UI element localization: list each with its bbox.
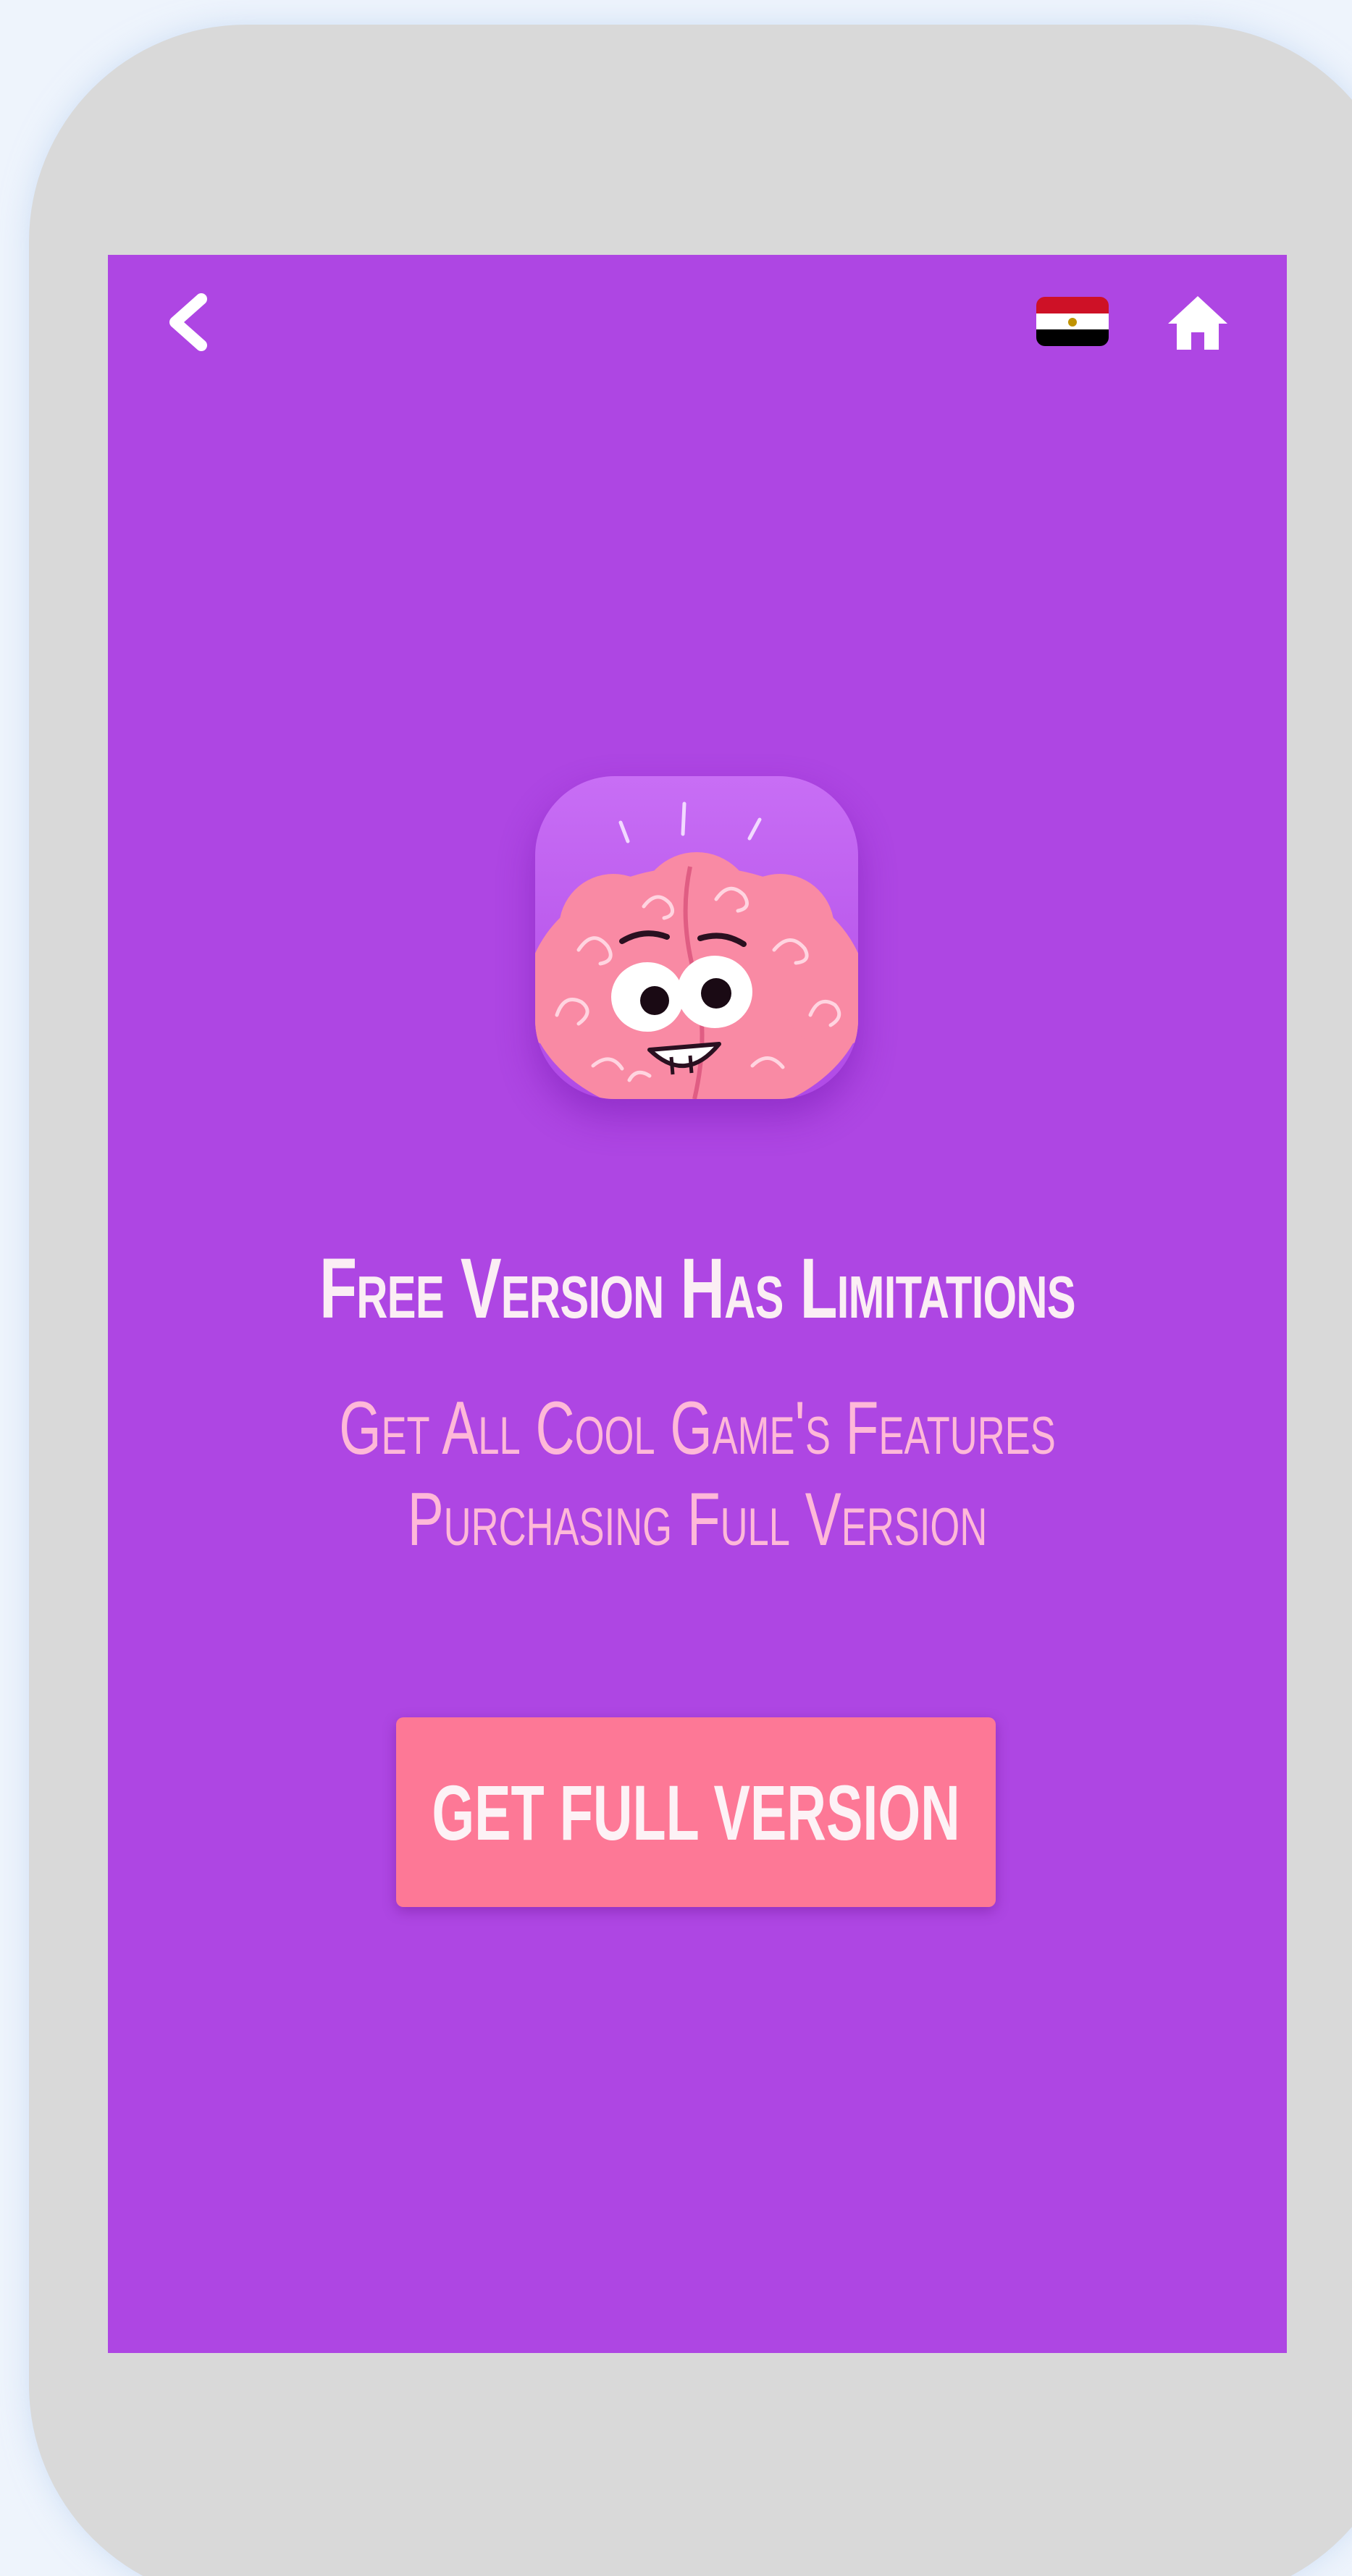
app-screen: Free Version Has Limitations Get All Coo… [108, 255, 1287, 2353]
get-full-version-button[interactable]: GET FULL VERSION [396, 1717, 996, 1907]
page: Free Version Has Limitations Get All Coo… [0, 0, 1352, 2576]
get-full-version-label: GET FULL VERSION [432, 1768, 960, 1856]
home-icon [1168, 296, 1227, 350]
home-button[interactable] [1164, 288, 1232, 356]
chevron-left-icon [169, 293, 207, 351]
back-button[interactable] [156, 290, 221, 355]
language-flag-button[interactable] [1036, 297, 1109, 346]
egypt-flag-icon [1036, 297, 1109, 346]
headline: Free Version Has Limitations [319, 1241, 1076, 1337]
brain-mascot-icon [535, 776, 858, 1099]
subline-purchase: Purchasing Full Version [407, 1478, 988, 1562]
subline-features: Get All Cool Game's Features [339, 1386, 1056, 1470]
